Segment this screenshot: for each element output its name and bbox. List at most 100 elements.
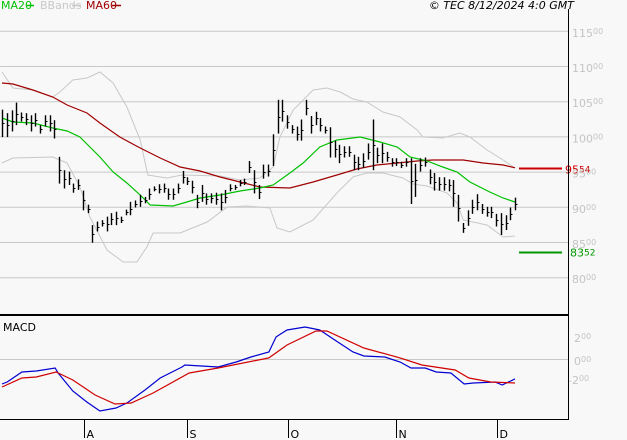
price-bar xyxy=(372,119,376,171)
price-bar xyxy=(158,184,162,194)
price-bar xyxy=(153,186,157,192)
price-bar xyxy=(462,222,466,233)
price-bar xyxy=(291,125,295,134)
price-bar xyxy=(395,158,399,166)
price-bar xyxy=(234,184,238,190)
price-bar xyxy=(495,213,499,227)
y-tick-label: 8000 xyxy=(572,273,596,286)
price-bar xyxy=(443,177,447,191)
price-bar xyxy=(191,180,195,194)
price-bar xyxy=(87,204,91,214)
price-bar xyxy=(11,110,15,132)
price-bar xyxy=(44,115,48,127)
macd-tick-label: 200 xyxy=(574,332,591,345)
y-tick-label: 10500 xyxy=(572,97,603,110)
price-bar xyxy=(348,146,352,157)
price-bar xyxy=(110,213,114,226)
price-bar xyxy=(300,119,304,141)
price-bar xyxy=(376,147,380,164)
price-bar xyxy=(215,192,219,205)
price-bar xyxy=(177,183,181,194)
y-tick-label: 9500 xyxy=(572,168,596,181)
price-bars xyxy=(1,99,518,243)
macd-tick-label: -200 xyxy=(568,374,589,387)
price-bar xyxy=(63,170,67,189)
price-bar xyxy=(281,99,285,122)
price-bar xyxy=(30,115,34,132)
price-bar xyxy=(129,201,133,216)
y-tick-label: 11500 xyxy=(572,27,603,40)
price-bar xyxy=(229,184,233,192)
price-bar xyxy=(386,151,390,162)
y-tick-label: 9000 xyxy=(572,203,596,216)
price-bar xyxy=(367,143,371,160)
price-bar xyxy=(324,126,328,134)
price-bar xyxy=(49,115,53,132)
price-bar xyxy=(452,180,456,207)
price-bar xyxy=(467,210,471,226)
price-bar xyxy=(448,179,452,192)
price-bar xyxy=(476,194,480,211)
price-bar xyxy=(134,200,138,208)
price-bar xyxy=(91,225,95,243)
price-bar xyxy=(148,188,152,200)
price-bar xyxy=(196,194,200,209)
price-bar xyxy=(39,125,43,134)
macd-signal-line xyxy=(1,330,516,405)
bollinger-bands xyxy=(1,71,516,263)
price-bar xyxy=(338,144,342,164)
price-bar xyxy=(167,188,171,200)
price-bar xyxy=(106,216,110,232)
price-bar xyxy=(343,146,347,158)
price-bar xyxy=(296,126,300,141)
price-bar xyxy=(315,111,319,126)
x-tick-label: S xyxy=(190,428,197,440)
macd-lines xyxy=(1,326,516,412)
legend: MA20 BBands MA60 xyxy=(1,0,121,12)
price-bar xyxy=(362,153,366,169)
price-bar xyxy=(514,197,518,211)
macd-line xyxy=(1,326,516,412)
price-bar xyxy=(490,206,494,219)
price-bar xyxy=(120,216,124,223)
price-bar xyxy=(486,206,490,217)
price-bar xyxy=(6,113,10,138)
stock-chart: 95548352 1150011000105001000095009000850… xyxy=(0,0,603,440)
price-bar xyxy=(205,193,209,205)
price-bar xyxy=(68,171,72,185)
price-bar xyxy=(319,118,323,132)
price-bar xyxy=(505,215,509,231)
price-bar xyxy=(310,115,314,134)
bbands-upper-line xyxy=(1,71,516,181)
price-bar xyxy=(210,193,214,204)
price-bar xyxy=(163,183,167,193)
price-bar xyxy=(115,211,119,226)
macd-tick-label: 000 xyxy=(574,355,591,368)
price-bar xyxy=(172,188,176,200)
bbands-lower-line xyxy=(1,156,516,263)
price-bar xyxy=(381,143,385,164)
price-bar xyxy=(433,173,437,191)
price-bar xyxy=(509,207,513,221)
price-bar xyxy=(224,189,228,204)
price-bar xyxy=(101,220,105,227)
x-tick-label: A xyxy=(87,428,95,440)
x-tick-label: O xyxy=(291,428,300,440)
price-bar xyxy=(186,177,190,185)
x-tick-label: N xyxy=(399,428,407,440)
price-bar xyxy=(414,163,418,197)
price-bar xyxy=(353,154,357,171)
price-bar xyxy=(500,213,504,235)
y-tick-label: 11000 xyxy=(572,62,603,75)
price-bar xyxy=(410,158,414,204)
price-bar xyxy=(72,183,76,193)
price-bar xyxy=(334,140,338,158)
y-tick-label: 10000 xyxy=(572,132,603,145)
ma20-line xyxy=(1,117,516,207)
macd-panel-title: MACD xyxy=(3,321,36,334)
gridlines xyxy=(0,30,568,360)
price-bar xyxy=(277,99,281,134)
price-bar xyxy=(481,203,485,214)
price-bar xyxy=(125,209,129,216)
price-bar xyxy=(391,158,395,167)
